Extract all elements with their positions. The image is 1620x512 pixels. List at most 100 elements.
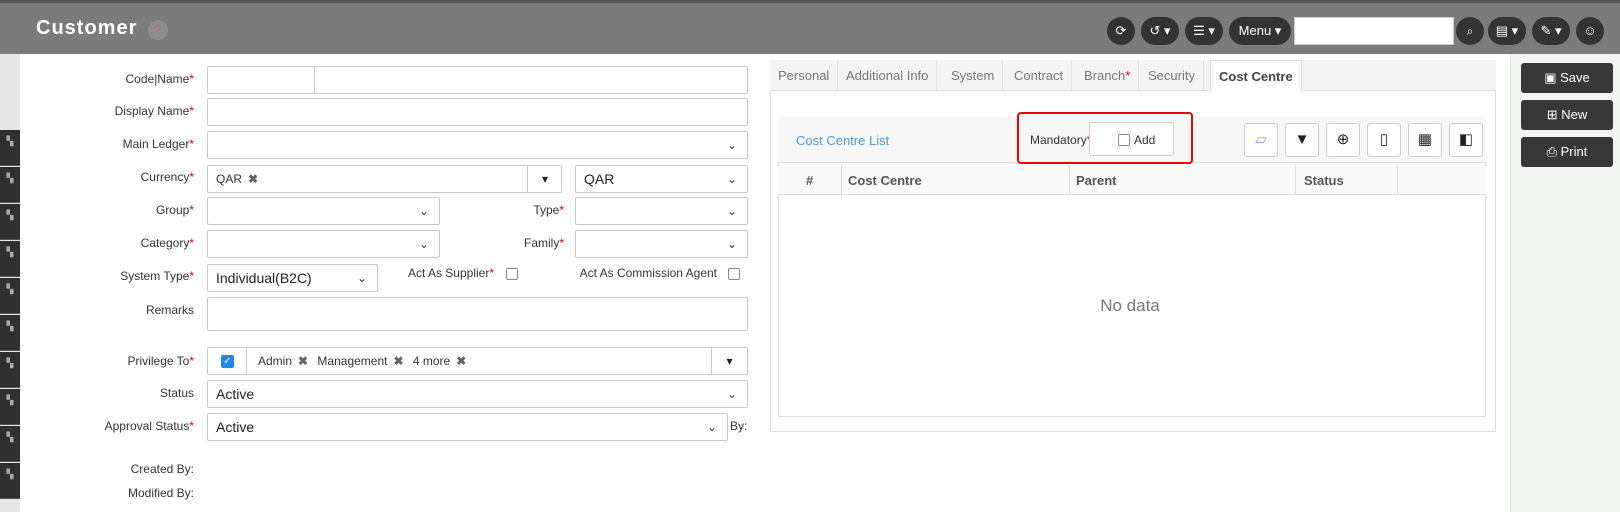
currency-select[interactable]: QAR ⌄ [575,165,748,193]
grid-header-row: # Cost Centre Parent Status [778,165,1486,195]
caret-down-icon[interactable]: ▾ [527,166,562,192]
privilege-multiselect[interactable]: ✓ Admin ✖ Management ✖ 4 more ✖ ▾ [207,347,748,375]
eraser-icon[interactable]: ▱ [1244,123,1278,157]
nav-icon[interactable]: ▚ [0,241,20,277]
remarks-textarea[interactable] [207,297,748,331]
act-as-supplier-checkbox[interactable] [506,268,518,280]
menu-button[interactable]: Menu ▾ [1229,17,1291,45]
select-all-checkbox[interactable]: ✓ [221,355,234,368]
page-title: Customer [36,17,138,39]
language-icon[interactable]: ▤ ▾ [1488,17,1526,45]
nav-icon[interactable]: ▚ [0,315,20,351]
currency-tag: QAR ✖ [216,172,259,186]
history-icon[interactable]: ↺ ▾ [1141,17,1179,45]
remove-tag-icon[interactable]: ✖ [248,172,258,186]
zoom-icon[interactable]: ⊕ [1326,123,1360,157]
chevron-down-icon: ⌄ [726,138,737,152]
save-icon: ▣ [1544,70,1557,85]
by-label: By: [730,419,748,433]
tab-contract[interactable]: Contract [1006,60,1073,91]
code-name-label: Code|Name* [125,72,195,86]
nav-icon[interactable]: ▚ [0,130,20,166]
act-as-commission-checkbox[interactable] [728,268,740,280]
group-select[interactable]: ⌄ [207,197,440,225]
type-label: Type* [533,203,564,217]
tab-additional-info[interactable]: Additional Info [838,60,938,91]
code-input[interactable] [207,66,315,94]
chevron-down-icon: ⌄ [726,172,737,186]
save-button[interactable]: ▣ Save [1521,63,1613,93]
family-select[interactable]: ⌄ [575,230,748,258]
refresh-icon[interactable]: ⟳ [1107,17,1135,45]
nav-icon[interactable]: ▚ [0,389,20,425]
privilege-tag: Management ✖ [317,354,404,368]
approval-status-select[interactable]: Active ⌄ [207,413,728,441]
chevron-down-icon: ⌄ [726,387,737,401]
family-label: Family* [523,236,564,250]
display-name-label: Display Name* [114,104,194,118]
columns-icon[interactable]: ◧ [1449,123,1483,157]
search-icon[interactable]: ⌕ [1456,17,1484,45]
main-ledger-select[interactable]: ⌄ [207,131,748,159]
tab-security[interactable]: Security [1140,60,1204,91]
chevron-down-icon: ⌄ [418,237,429,251]
currency-multiselect[interactable]: QAR ✖ ▾ [207,165,562,193]
name-input[interactable] [314,66,748,94]
caret-down-icon[interactable]: ▾ [711,348,747,374]
chevron-down-icon: ⌄ [356,271,367,285]
brush-icon[interactable]: ✎ ▾ [1532,17,1570,45]
remarks-label: Remarks [145,303,194,317]
currency-label: Currency* [140,170,194,184]
remove-tag-icon[interactable]: ✖ [456,354,466,368]
top-bar: Customer ? ⟳ ↺ ▾ ☰ ▾ Menu ▾ ⌕ ▤ ▾ ✎ ▾ ☺ [0,0,1620,54]
filter-icon[interactable]: ▼ [1285,123,1319,157]
nav-icon[interactable]: ▚ [0,167,20,203]
group-label: Group* [155,203,194,217]
tab-cost-centre[interactable]: Cost Centre [1210,60,1302,91]
act-as-commission-label: Act As Commission Agent [579,266,717,280]
nav-icon[interactable]: ▚ [0,278,20,314]
approval-status-label: Approval Status* [104,419,194,433]
chevron-down-icon: ⌄ [726,237,737,251]
privilege-label: Privilege To* [127,354,194,368]
type-select[interactable]: ⌄ [575,197,748,225]
list-menu-icon[interactable]: ☰ ▾ [1185,17,1223,45]
chevron-down-icon: ⌄ [706,420,717,434]
help-icon[interactable]: ? [148,20,168,40]
status-select[interactable]: Active ⌄ [207,380,748,408]
modified-by-label: Modified By: [127,486,194,500]
act-as-supplier-label: Act As Supplier* [407,266,494,280]
chevron-down-icon: ⌄ [726,204,737,218]
status-label: Status [159,386,194,400]
system-type-select[interactable]: Individual(B2C) ⌄ [207,264,378,292]
tab-system[interactable]: System [943,60,1004,91]
tab-personal[interactable]: Personal [770,60,839,91]
nav-icon[interactable]: ▚ [0,204,20,240]
user-avatar-icon[interactable]: ☺ [1576,17,1604,45]
print-icon: ⎙ [1546,144,1558,159]
chevron-down-icon: ⌄ [418,204,429,218]
nav-icon[interactable]: ▚ [0,426,20,462]
tab-branch[interactable]: Branch* [1076,60,1140,91]
system-type-label: System Type* [120,269,194,283]
category-select[interactable]: ⌄ [207,230,440,258]
print-button[interactable]: ⎙ Print [1521,137,1613,167]
excel-icon[interactable]: ▦ [1408,123,1442,157]
nav-icon[interactable]: ▚ [0,352,20,388]
main-ledger-label: Main Ledger* [122,137,194,151]
pdf-icon[interactable]: ▯ [1367,123,1401,157]
tab-bar: Personal Additional Info System Contract… [770,60,1496,91]
highlight-box [1017,112,1193,164]
col-header: # [806,173,814,188]
remove-tag-icon[interactable]: ✖ [393,354,403,368]
col-header: Status [1304,173,1344,188]
plus-icon: ⊞ [1546,107,1558,122]
search-input[interactable] [1294,17,1454,45]
empty-state: No data [1100,296,1160,315]
created-by-label: Created By: [130,462,194,476]
nav-icon[interactable]: ▚ [0,463,20,499]
new-button[interactable]: ⊞ New [1521,100,1613,130]
remove-tag-icon[interactable]: ✖ [298,354,308,368]
display-name-input[interactable] [207,98,748,126]
col-header: Cost Centre [848,173,922,188]
